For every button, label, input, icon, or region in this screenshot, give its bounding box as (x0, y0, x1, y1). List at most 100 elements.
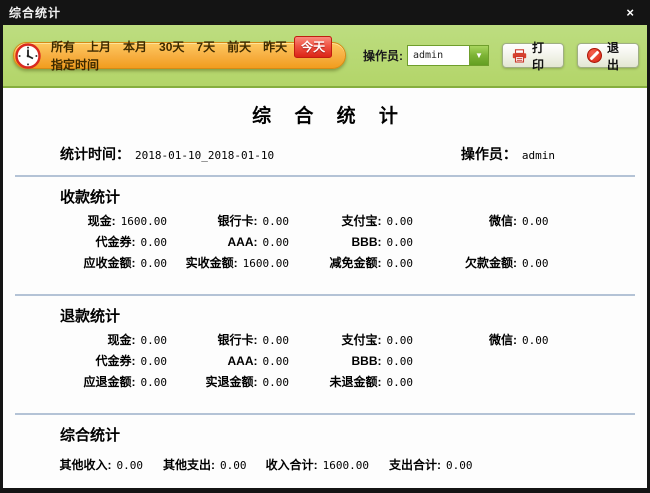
stat-value: 0.00 (263, 236, 290, 249)
stat-value: 0.00 (522, 334, 549, 347)
operator-group: 操作员: admin ▼ (363, 45, 489, 66)
stat-label: 实收金额: (167, 256, 238, 270)
section-heading: 综合统计 (60, 424, 647, 445)
stat-cell: 银行卡: 0.00 (167, 214, 289, 228)
time-filter-button[interactable]: 30天 (154, 37, 189, 57)
stat-cell: 应收金额:0.00 (43, 256, 167, 270)
time-filter-button[interactable]: 前天 (222, 37, 256, 57)
exit-button-label: 退出 (607, 39, 629, 73)
dropdown-arrow-icon[interactable]: ▼ (469, 46, 488, 65)
stat-cell: AAA: 0.00 (167, 235, 289, 249)
stat-cell: 其他收入: 0.00 (43, 458, 143, 472)
report-operator-value: admin (522, 149, 555, 162)
section-payment: 收款统计现金:1600.00银行卡:0.00支付宝:0.00微信:0.00代金券… (3, 186, 647, 283)
stat-cell: BBB:0.00 (289, 235, 413, 249)
operator-label: 操作员: (363, 47, 403, 64)
window-title: 综合统计 (9, 4, 620, 21)
stat-cell: AAA:0.00 (167, 354, 289, 368)
stat-label: 其他收入: (43, 458, 112, 472)
stat-cell: 其他支出: 0.00 (143, 458, 251, 472)
operator-dropdown[interactable]: admin ▼ (407, 45, 489, 66)
time-filter-button[interactable]: 昨天 (258, 37, 292, 57)
stat-value: 0.00 (263, 215, 290, 228)
stats-time-value: 2018-01-10_2018-01-10 (135, 149, 274, 162)
statistics-window: 综合统计 × 所有上月本月30天7天前天昨天今天指定时间 操作员: admin … (0, 0, 650, 493)
stat-cell: 应退金额:0.00 (43, 375, 167, 389)
stat-value: 1600.00 (121, 215, 167, 228)
time-filter-button[interactable]: 7天 (191, 37, 220, 57)
stat-value: 0.00 (387, 334, 414, 347)
report-operator: 操作员：admin (461, 144, 555, 164)
stat-label: 减免金额: (289, 256, 382, 270)
stat-label: BBB: (289, 354, 382, 368)
report-title: 综 合 统 计 (3, 88, 647, 128)
stat-label: 代金券: (43, 235, 136, 249)
stat-label: 应退金额: (43, 375, 136, 389)
stat-label: 收入合计: (251, 458, 318, 472)
stat-value: 0.00 (387, 215, 414, 228)
stat-label: AAA: (167, 235, 258, 249)
stat-label: 应收金额: (43, 256, 136, 270)
divider (15, 294, 635, 296)
stat-value: 0.00 (446, 459, 473, 472)
stat-label: 欠款金额: (413, 256, 517, 270)
stat-value: 1600.00 (243, 257, 289, 270)
time-filter-button[interactable]: 所有 (46, 37, 80, 57)
stat-label: 未退金额: (289, 375, 382, 389)
time-filter-button[interactable]: 今天 (294, 36, 332, 58)
stat-label: 银行卡: (167, 214, 258, 228)
stat-cell: 微信:0.00 (413, 214, 647, 228)
stat-label: 银行卡: (167, 333, 258, 347)
stat-row: 现金:0.00银行卡:0.00支付宝:0.00微信:0.00 (3, 333, 647, 347)
report-area: 综 合 统 计 统计时间：2018-01-10_2018-01-10 操作员：a… (3, 88, 647, 488)
time-filter-button[interactable]: 指定时间 (46, 55, 104, 75)
stat-cell: 银行卡:0.00 (167, 333, 289, 347)
stat-value: 0.00 (220, 459, 247, 472)
stat-value: 0.00 (263, 376, 290, 389)
divider (15, 175, 635, 177)
report-sections: 收款统计现金:1600.00银行卡:0.00支付宝:0.00微信:0.00代金券… (3, 186, 647, 485)
stat-label: 支付宝: (289, 214, 382, 228)
stat-value: 0.00 (387, 376, 414, 389)
time-filter-list: 所有上月本月30天7天前天昨天今天指定时间 (45, 38, 336, 74)
section-heading: 收款统计 (60, 186, 647, 207)
stat-cell: 代金券:0.00 (43, 354, 167, 368)
time-filter-button[interactable]: 本月 (118, 37, 152, 57)
stat-value: 1600.00 (323, 459, 369, 472)
stat-value: 0.00 (141, 334, 168, 347)
stat-label: 其他支出: (143, 458, 215, 472)
stat-value: 0.00 (387, 257, 414, 270)
stat-label: 实退金额: (167, 375, 258, 389)
stat-value: 0.00 (387, 355, 414, 368)
stat-row: 代金券:0.00AAA:0.00BBB: 0.00 (3, 354, 647, 368)
stat-cell: 代金券:0.00 (43, 235, 167, 249)
stat-cell: 欠款金额: 0.00 (413, 256, 647, 270)
report-meta: 统计时间：2018-01-10_2018-01-10 操作员：admin (3, 128, 647, 164)
clock-icon (15, 43, 41, 69)
print-button[interactable]: 打印 (502, 43, 564, 68)
stat-row: 应收金额:0.00实收金额:1600.00减免金额:0.00欠款金额:0.00 (3, 256, 647, 270)
stat-row: 代金券:0.00AAA: 0.00BBB:0.00 (3, 235, 647, 249)
stat-cell: 支付宝:0.00 (289, 333, 413, 347)
stat-cell: 现金:0.00 (43, 333, 167, 347)
time-filter-bar: 所有上月本月30天7天前天昨天今天指定时间 (13, 42, 346, 69)
stat-cell: 支出合计:0.00 (369, 458, 647, 472)
stat-label: 代金券: (43, 354, 136, 368)
stat-label: BBB: (289, 235, 382, 249)
stat-cell: 支付宝: 0.00 (289, 214, 413, 228)
stat-label: 微信: (413, 214, 517, 228)
stat-cell: 现金:1600.00 (43, 214, 167, 228)
operator-value: admin (408, 46, 469, 65)
stat-cell: BBB: 0.00 (289, 354, 413, 368)
stat-row: 现金:1600.00银行卡:0.00支付宝:0.00微信:0.00 (3, 214, 647, 228)
exit-button[interactable]: 退出 (577, 43, 639, 68)
stat-row: 其他收入:0.00其他支出:0.00收入合计:1600.00支出合计:0.00 (3, 458, 647, 472)
stat-value: 0.00 (522, 257, 549, 270)
section-heading: 退款统计 (60, 305, 647, 326)
stat-cell: 实退金额: 0.00 (167, 375, 289, 389)
stat-label: 微信: (413, 333, 517, 347)
print-button-label: 打印 (532, 39, 554, 73)
close-button[interactable]: × (620, 4, 640, 22)
stat-value: 0.00 (117, 459, 144, 472)
time-filter-button[interactable]: 上月 (82, 37, 116, 57)
